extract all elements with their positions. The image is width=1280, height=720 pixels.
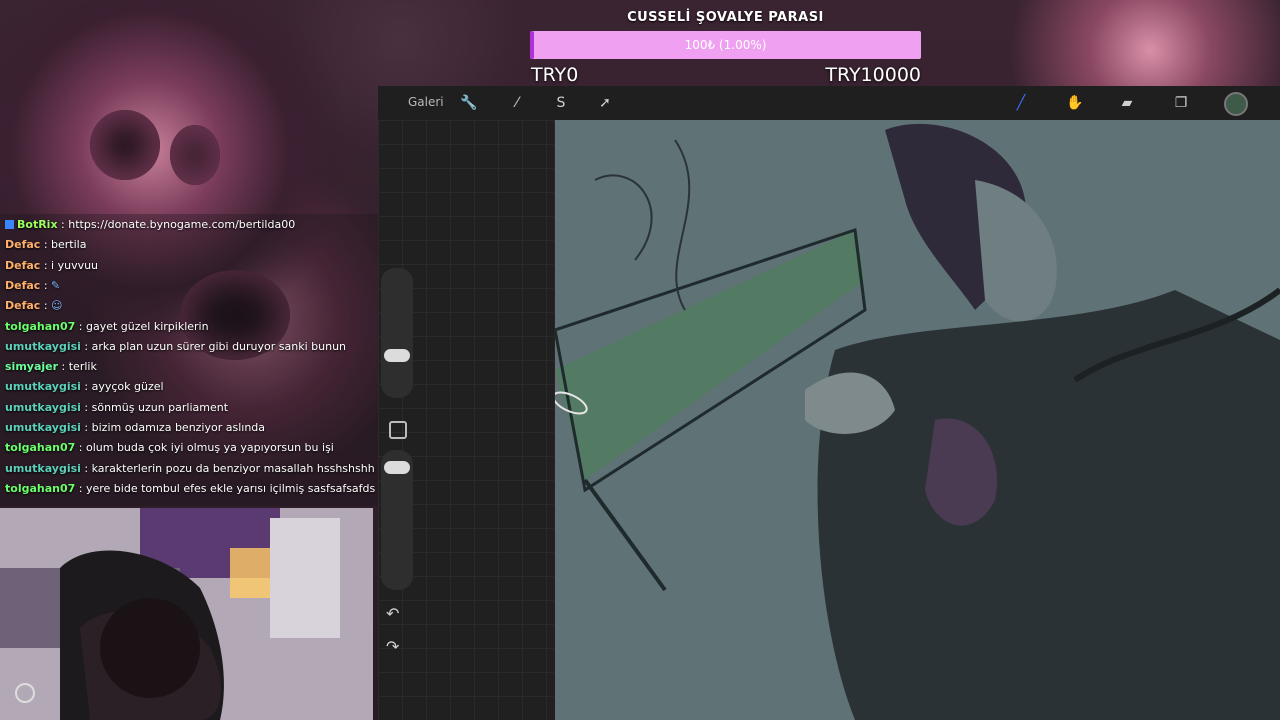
chat-text: terlik (68, 360, 97, 374)
redo-icon[interactable]: ↷ (386, 637, 399, 656)
chat-separator: : (80, 400, 92, 414)
chat-username: umutkaygisi (5, 339, 81, 353)
artwork (555, 123, 1280, 720)
table-leg (583, 478, 667, 592)
chat-text: yere bide tombul efes ekle yarısı içilmi… (85, 481, 376, 495)
gallery-button[interactable]: Galeri (408, 95, 444, 109)
chat-separator: : (58, 360, 69, 374)
sketch-line (594, 174, 653, 261)
smudge-icon[interactable]: ✋ (1064, 92, 1086, 114)
chat-text: karakterlerin pozu da benziyor masallah … (91, 461, 375, 475)
wrench-icon[interactable]: 🔧 (458, 92, 480, 114)
chat-separator: : (57, 218, 69, 231)
chat-message: Defac : i yuvvuu (5, 256, 98, 276)
chat-username: tolgahan07 (5, 481, 76, 495)
chat-message: tolgahan07 : olum buda çok iyi olmuş ya … (5, 438, 334, 458)
chat-message: Defac : ✎ (5, 276, 60, 296)
drawing-canvas[interactable] (555, 120, 1280, 720)
chat-separator: : (80, 380, 92, 394)
character-face (975, 180, 1057, 322)
procreate-side-area (378, 120, 554, 720)
chat-username: umutkaygisi (5, 421, 81, 434)
donation-goal: CUSSELİ ŞOVALYE PARASI 100₺ (1.00%) TRY0… (530, 10, 921, 88)
chat-emote-icon: ✎ (51, 278, 61, 292)
chat-username: BotRix (17, 218, 58, 231)
chat-text: bertila (51, 238, 87, 252)
chat-username: Defac (5, 278, 41, 292)
chat-username: Defac (5, 299, 41, 313)
goal-progress-text: 100₺ (1.00%) (684, 38, 767, 52)
chat-message: umutkaygisi : sönmüş uzun parliament (5, 398, 228, 418)
chat-username: Defac (5, 238, 41, 252)
chat-username: umutkaygisi (5, 380, 81, 394)
chat-message: umutkaygisi : bizim odamıza benziyor asl… (5, 418, 265, 438)
chat-username: simyajer (5, 360, 59, 374)
goal-progress-bar: 100₺ (1.00%) (530, 31, 921, 59)
chat-username: Defac (5, 258, 41, 272)
character-coat (817, 290, 1280, 720)
goal-max-label: TRY10000 (825, 64, 921, 86)
chat-message: BotRix : https://donate.bynogame.com/ber… (5, 215, 295, 235)
chat-username: umutkaygisi (5, 461, 81, 475)
bot-badge-icon (5, 220, 14, 229)
color-swatch[interactable] (1224, 92, 1248, 116)
background-blob (90, 110, 160, 180)
chat-separator: : (80, 339, 92, 353)
eraser-icon[interactable]: ▰ (1116, 92, 1138, 114)
chat-message: Defac : bertila (5, 235, 86, 255)
chat-separator: : (40, 299, 52, 313)
magic-wand-icon[interactable]: ⁄ (506, 92, 528, 114)
green-drawer-fill (555, 230, 865, 480)
chat-message: simyajer : terlik (5, 357, 97, 377)
chat-text: gayet güzel kirpiklerin (85, 319, 209, 333)
chat-overlay: BotRix : https://donate.bynogame.com/ber… (0, 214, 378, 506)
brush-size-slider[interactable] (381, 268, 413, 398)
chat-separator: : (80, 461, 92, 475)
background-blob (170, 125, 220, 185)
brush-icon[interactable]: ╱ (1010, 92, 1032, 114)
modify-button[interactable] (389, 421, 407, 439)
webcam-scene (0, 508, 373, 720)
undo-icon[interactable]: ↶ (386, 604, 399, 623)
chat-message: tolgahan07 : gayet güzel kirpiklerin (5, 317, 209, 337)
selection-icon[interactable]: S (550, 92, 572, 114)
chat-username: tolgahan07 (5, 441, 76, 455)
chat-separator: : (75, 441, 86, 455)
chat-separator: : (75, 319, 86, 333)
chat-text: bizim odamıza benziyor aslında (91, 421, 266, 434)
chat-message: Defac : ☺ (5, 296, 63, 316)
chat-text: sönmüş uzun parliament (91, 400, 229, 414)
chat-message: umutkaygisi : arka plan uzun sürer gibi … (5, 337, 346, 357)
brush-size-knob[interactable] (384, 349, 410, 362)
goal-min-label: TRY0 (531, 64, 579, 86)
chat-separator: : (40, 258, 52, 272)
chat-separator: : (75, 481, 86, 495)
chat-text: olum buda çok iyi olmuş ya yapıyorsun bu… (85, 441, 334, 455)
chat-message: tolgahan07 : yere bide tombul efes ekle … (5, 479, 375, 499)
chat-text: i yuvvuu (51, 258, 99, 272)
webcam-feed (0, 508, 373, 720)
procreate-toolbar: Galeri 🔧 ⁄ S ➚ ╱ ✋ ▰ ❐ (378, 86, 1280, 120)
chat-message: umutkaygisi : ayyçok güzel (5, 377, 164, 397)
chat-separator: : (40, 238, 52, 252)
opacity-knob[interactable] (384, 461, 410, 474)
chat-text: arka plan uzun sürer gibi duruyor sanki … (91, 339, 347, 353)
chat-message: umutkaygisi : karakterlerin pozu da benz… (5, 459, 375, 479)
chat-separator: : (80, 421, 92, 434)
move-arrow-icon[interactable]: ➚ (594, 92, 616, 114)
chat-emote-icon: ☺ (51, 299, 63, 313)
chat-text: ayyçok güzel (91, 380, 164, 394)
chat-username: umutkaygisi (5, 400, 81, 414)
chat-separator: : (40, 278, 52, 292)
layers-icon[interactable]: ❐ (1170, 92, 1192, 114)
chat-username: tolgahan07 (5, 319, 76, 333)
chat-text: https://donate.bynogame.com/bertilda00 (68, 218, 296, 231)
goal-title: CUSSELİ ŞOVALYE PARASI (627, 10, 824, 25)
